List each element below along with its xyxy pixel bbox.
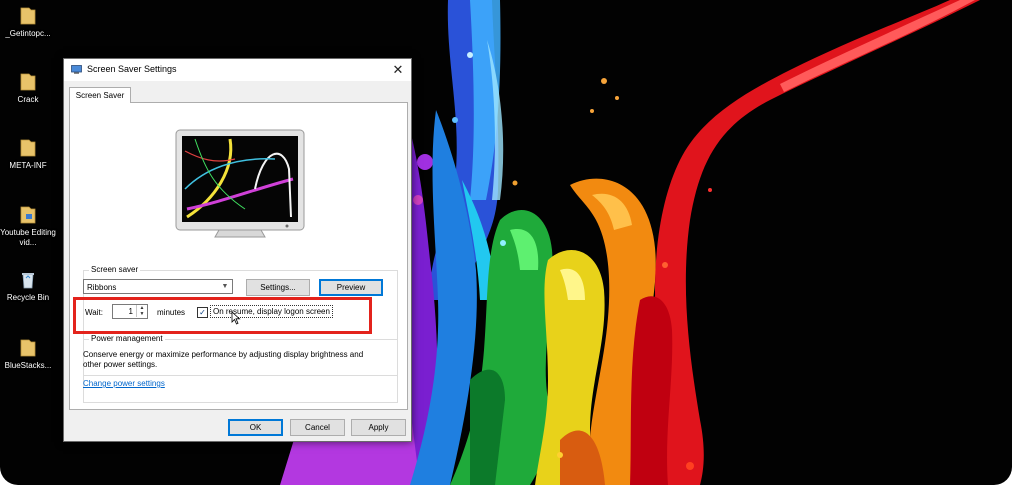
screen-saver-group-label: Screen saver [89, 265, 141, 274]
desktop-icon-label: META-INF [9, 161, 47, 170]
preview-button[interactable]: Preview [319, 279, 383, 296]
cancel-button[interactable]: Cancel [290, 419, 345, 436]
recycle-bin-icon [22, 273, 34, 289]
desktop-icon-youtube-editing[interactable]: Youtube Editing vid... [0, 205, 56, 248]
folder-icon [20, 73, 36, 91]
desktop-icon-label: BlueStacks... [4, 361, 52, 370]
desktop-icon-recycle-bin[interactable]: Recycle Bin [0, 270, 56, 303]
desktop-icon-label: Youtube Editing vid... [0, 228, 56, 247]
power-management-group-label: Power management [89, 334, 165, 343]
screen-saver-preview-monitor [175, 129, 305, 238]
folder-icon [20, 139, 36, 157]
dialog-title: Screen Saver Settings [87, 64, 177, 74]
desktop-icon-getintopc[interactable]: _Getintopc... [0, 6, 56, 39]
monitor-icon [71, 65, 82, 74]
power-management-group: Power management [83, 334, 398, 403]
tab-screen-saver[interactable]: Screen Saver [69, 87, 131, 103]
close-icon[interactable]: ✕ [389, 61, 407, 79]
desktop-icon-meta-inf[interactable]: META-INF [0, 138, 56, 171]
mouse-cursor-icon [231, 311, 241, 325]
title-bar[interactable]: Screen Saver Settings ✕ [64, 59, 411, 81]
desktop-icon-label: _Getintopc... [5, 29, 51, 38]
chevron-down-icon: ▼ [221, 283, 229, 290]
desktop-icon-bluestacks[interactable]: BlueStacks... [0, 338, 56, 371]
screen-saver-selected-value: Ribbons [87, 283, 117, 292]
annotation-highlight-box [73, 297, 372, 334]
folder-icon [20, 339, 36, 357]
desktop-icon-label: Recycle Bin [6, 293, 50, 302]
screen-saver-select[interactable]: Ribbons ▼ [83, 279, 233, 294]
apply-button[interactable]: Apply [351, 419, 406, 436]
folder-icon [20, 7, 36, 25]
desktop-icon-crack[interactable]: Crack [0, 72, 56, 105]
screen-saver-settings-dialog: Screen Saver Settings ✕ Screen Saver Scr… [63, 58, 412, 442]
ok-button[interactable]: OK [228, 419, 283, 436]
change-power-settings-link[interactable]: Change power settings [83, 379, 165, 388]
desktop-icon-label: Crack [17, 95, 39, 104]
settings-button[interactable]: Settings... [246, 279, 310, 296]
folder-icon [20, 206, 36, 224]
power-management-description: Conserve energy or maximize performance … [83, 350, 364, 369]
